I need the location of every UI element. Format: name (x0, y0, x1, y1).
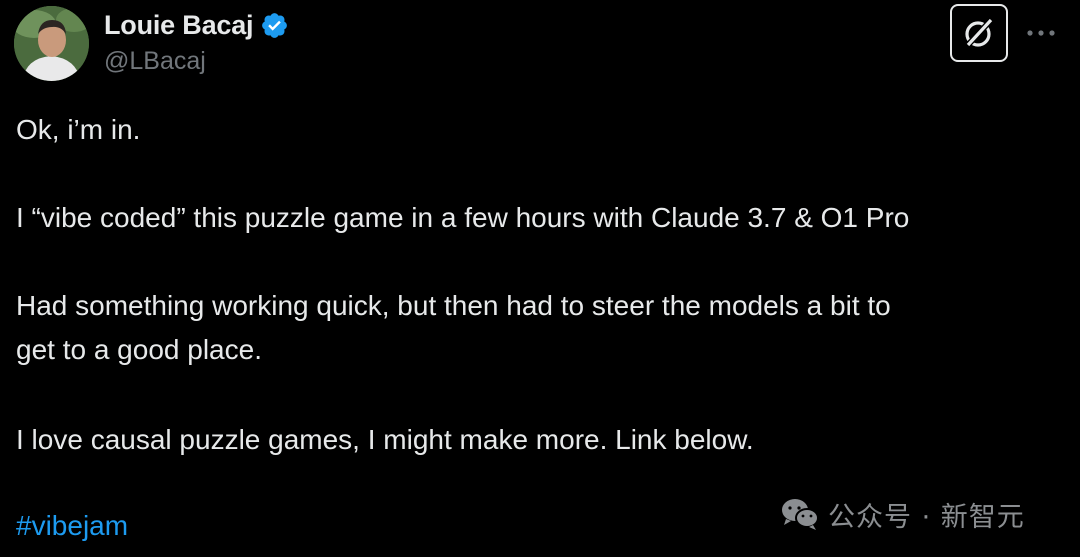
author-handle[interactable]: @LBacaj (104, 47, 289, 76)
tweet-paragraph: Had something working quick, but then ha… (16, 290, 891, 321)
tweet-paragraph: Ok, i’m in. (16, 114, 141, 145)
tweet-paragraph: I love causal puzzle games, I might make… (16, 424, 754, 455)
avatar-photo-icon (14, 6, 89, 81)
tweet-paragraph: I “vibe coded” this puzzle game in a few… (16, 202, 910, 233)
more-options-button[interactable] (1026, 18, 1056, 48)
author-name[interactable]: Louie Bacaj (104, 10, 254, 41)
author-block: Louie Bacaj @LBacaj (104, 8, 289, 76)
watermark: 公众号 · 新智元 (780, 494, 1025, 534)
author-name-row: Louie Bacaj (104, 8, 289, 42)
more-options-icon (1027, 30, 1055, 36)
hashtag-link[interactable]: #vibejam (16, 504, 128, 548)
verified-badge-icon[interactable] (260, 11, 289, 40)
avatar[interactable] (14, 6, 89, 81)
grok-icon (964, 17, 994, 49)
watermark-text: 公众号 · 新智元 (828, 501, 1025, 533)
grok-button[interactable] (950, 4, 1008, 62)
tweet-paragraph: get to a good place. (16, 334, 262, 365)
wechat-icon (782, 499, 819, 530)
